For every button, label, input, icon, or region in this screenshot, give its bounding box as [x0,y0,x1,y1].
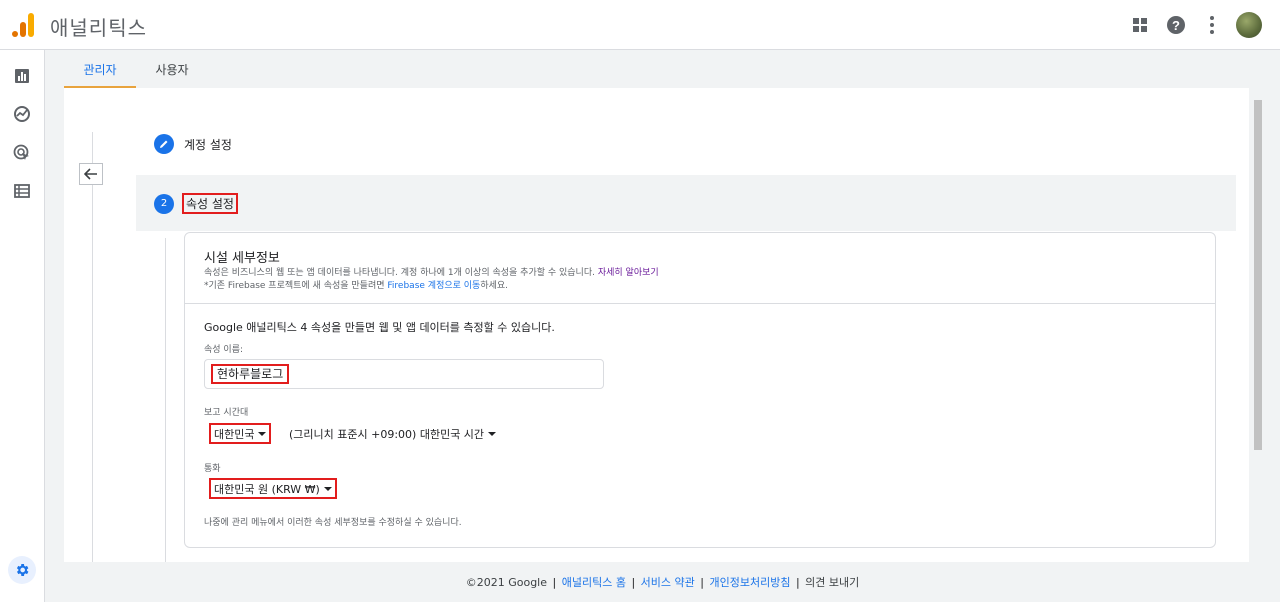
separator: | [631,576,636,589]
tab-admin[interactable]: 관리자 [64,50,136,88]
top-actions: ? [1120,0,1280,50]
avatar[interactable] [1236,12,1262,38]
currency-label: 통화 [204,464,221,474]
intro-text: Google 애널리틱스 4 속성을 만들면 웹 및 앱 데이터를 측정할 수 … [204,321,555,334]
description-text: 속성은 비즈니스의 웹 또는 앱 데이터를 나타냅니다. 계정 하나에 1개 이… [204,268,595,278]
step-number: 2 [154,193,174,214]
step-account-settings[interactable]: 계정 설정 [154,134,232,154]
step-label: 계정 설정 [184,137,232,152]
setup-panel: 계정 설정 2 속성 설정 시설 세부정보 속성은 비즈니스의 웹 또는 앱 데… [64,88,1249,562]
firebase-suffix: 하세요. [480,281,509,291]
main-content: 관리자 사용자 계정 설정 2 속성 설정 시설 세부정보 속성은 비즈니스의 … [45,50,1280,602]
chevron-down-icon [258,431,267,436]
divider [165,238,166,562]
tab-user[interactable]: 사용자 [137,50,207,88]
chevron-down-icon [488,432,497,436]
card-header: 시설 세부정보 속성은 비즈니스의 웹 또는 앱 데이터를 나타냅니다. 계정 … [185,233,1215,304]
separator: | [700,576,704,589]
firebase-note: *기존 Firebase 프로젝트에 새 속성을 만들려면 Firebase 계… [204,278,508,291]
left-nav [0,50,45,602]
currency-value: 대한민국 원 (KRW ₩) [214,482,320,496]
firebase-link[interactable]: Firebase 계정으로 이동 [387,281,480,291]
timezone-zone-select[interactable]: (그리니치 표준시 +09:00) 대한민국 시간 [289,426,497,442]
arrow-back-icon [84,168,97,180]
back-button[interactable] [79,163,103,185]
apps-grid-icon[interactable] [1124,9,1156,41]
property-name-value: 현하루블로그 [211,364,290,384]
timezone-country-select[interactable]: 대한민국 [209,423,272,444]
analytics-home-link[interactable]: 애널리틱스 홈 [562,576,626,589]
step-property-settings[interactable]: 2 속성 설정 [154,193,238,214]
reports-icon[interactable] [13,67,31,85]
feedback-link[interactable]: 의견 보내기 [805,576,859,589]
help-icon[interactable]: ? [1160,9,1192,41]
footer: ©2021 Google | 애널리틱스 홈 | 서비스 약관 | 개인정보처리… [45,574,1280,590]
property-details-card: 시설 세부정보 속성은 비즈니스의 웹 또는 앱 데이터를 나타냅니다. 계정 … [184,232,1216,548]
active-step-band [136,175,1236,231]
app-title: 애널리틱스 [50,16,147,40]
edit-icon [154,134,174,154]
card-description: 속성은 비즈니스의 웹 또는 앱 데이터를 나타냅니다. 계정 하나에 1개 이… [204,265,659,278]
edit-later-note: 나중에 관리 메뉴에서 이러한 속성 세부정보를 수정하실 수 있습니다. [204,518,462,528]
privacy-link[interactable]: 개인정보처리방침 [709,576,790,589]
timezone-country-value: 대한민국 [214,427,255,441]
scrollbar[interactable] [1254,100,1262,450]
property-name-input[interactable]: 현하루블로그 [204,359,604,389]
top-bar: 애널리틱스 ? [0,0,1280,50]
explore-icon[interactable] [13,105,31,123]
timezone-zone-value: (그리니치 표준시 +09:00) 대한민국 시간 [289,428,485,441]
copyright: ©2021 Google [465,576,547,589]
currency-select[interactable]: 대한민국 원 (KRW ₩) [209,478,337,499]
configure-icon[interactable] [13,182,31,200]
chevron-down-icon [323,486,332,491]
divider [92,132,93,562]
separator: | [552,576,557,589]
more-vert-icon[interactable] [1196,9,1228,41]
firebase-prefix: *기존 Firebase 프로젝트에 새 속성을 만들려면 [204,281,385,291]
tab-bar: 관리자 사용자 [45,50,1280,88]
settings-icon [16,564,29,576]
learn-more-link[interactable]: 자세히 알아보기 [598,268,659,278]
terms-link[interactable]: 서비스 약관 [641,576,695,589]
timezone-label: 보고 시간대 [204,408,249,418]
advertising-icon[interactable] [13,144,31,162]
analytics-logo-icon[interactable] [12,13,34,37]
step-label: 속성 설정 [182,193,238,214]
property-name-label: 속성 이름: [204,345,244,355]
separator: | [795,576,800,589]
card-title: 시설 세부정보 [204,251,280,266]
settings-button[interactable] [8,556,36,584]
